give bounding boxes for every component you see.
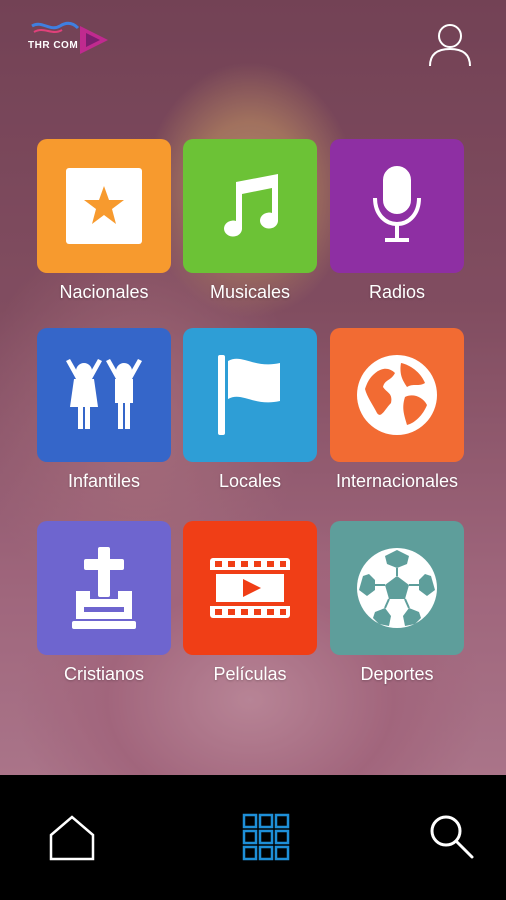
- category-musicales[interactable]: Musicales: [183, 139, 317, 302]
- bottom-navigation: [0, 775, 506, 900]
- category-internacionales[interactable]: Internacionales: [330, 328, 464, 491]
- category-label: Radios: [368, 282, 426, 302]
- home-icon: [49, 815, 95, 861]
- category-cristianos[interactable]: Cristianos: [37, 521, 171, 684]
- home-button[interactable]: [47, 813, 97, 863]
- globe-icon: [357, 355, 437, 435]
- category-nacionales[interactable]: Nacionales: [37, 139, 171, 302]
- music-note-icon: [224, 174, 279, 237]
- bible-cross-icon: [72, 547, 136, 629]
- category-radios[interactable]: Radios: [330, 139, 464, 302]
- category-grid: Nacionales Musicales Radios Infantiles L…: [0, 0, 506, 775]
- soccer-ball-icon: [357, 548, 437, 628]
- category-infantiles[interactable]: Infantiles: [37, 328, 171, 491]
- category-peliculas[interactable]: Películas: [183, 521, 317, 684]
- search-icon: [430, 815, 474, 859]
- children-icon: [66, 359, 142, 429]
- flag-icon: [218, 355, 280, 435]
- grid-icon: [242, 813, 290, 861]
- star-icon: [66, 168, 142, 244]
- category-label: Deportes: [360, 664, 434, 684]
- categories-button[interactable]: [242, 813, 292, 863]
- category-label: Internacionales: [335, 471, 459, 491]
- search-button[interactable]: [428, 813, 478, 863]
- category-deportes[interactable]: Deportes: [330, 521, 464, 684]
- microphone-icon: [373, 166, 421, 242]
- category-locales[interactable]: Locales: [183, 328, 317, 491]
- film-strip-icon: [210, 558, 290, 618]
